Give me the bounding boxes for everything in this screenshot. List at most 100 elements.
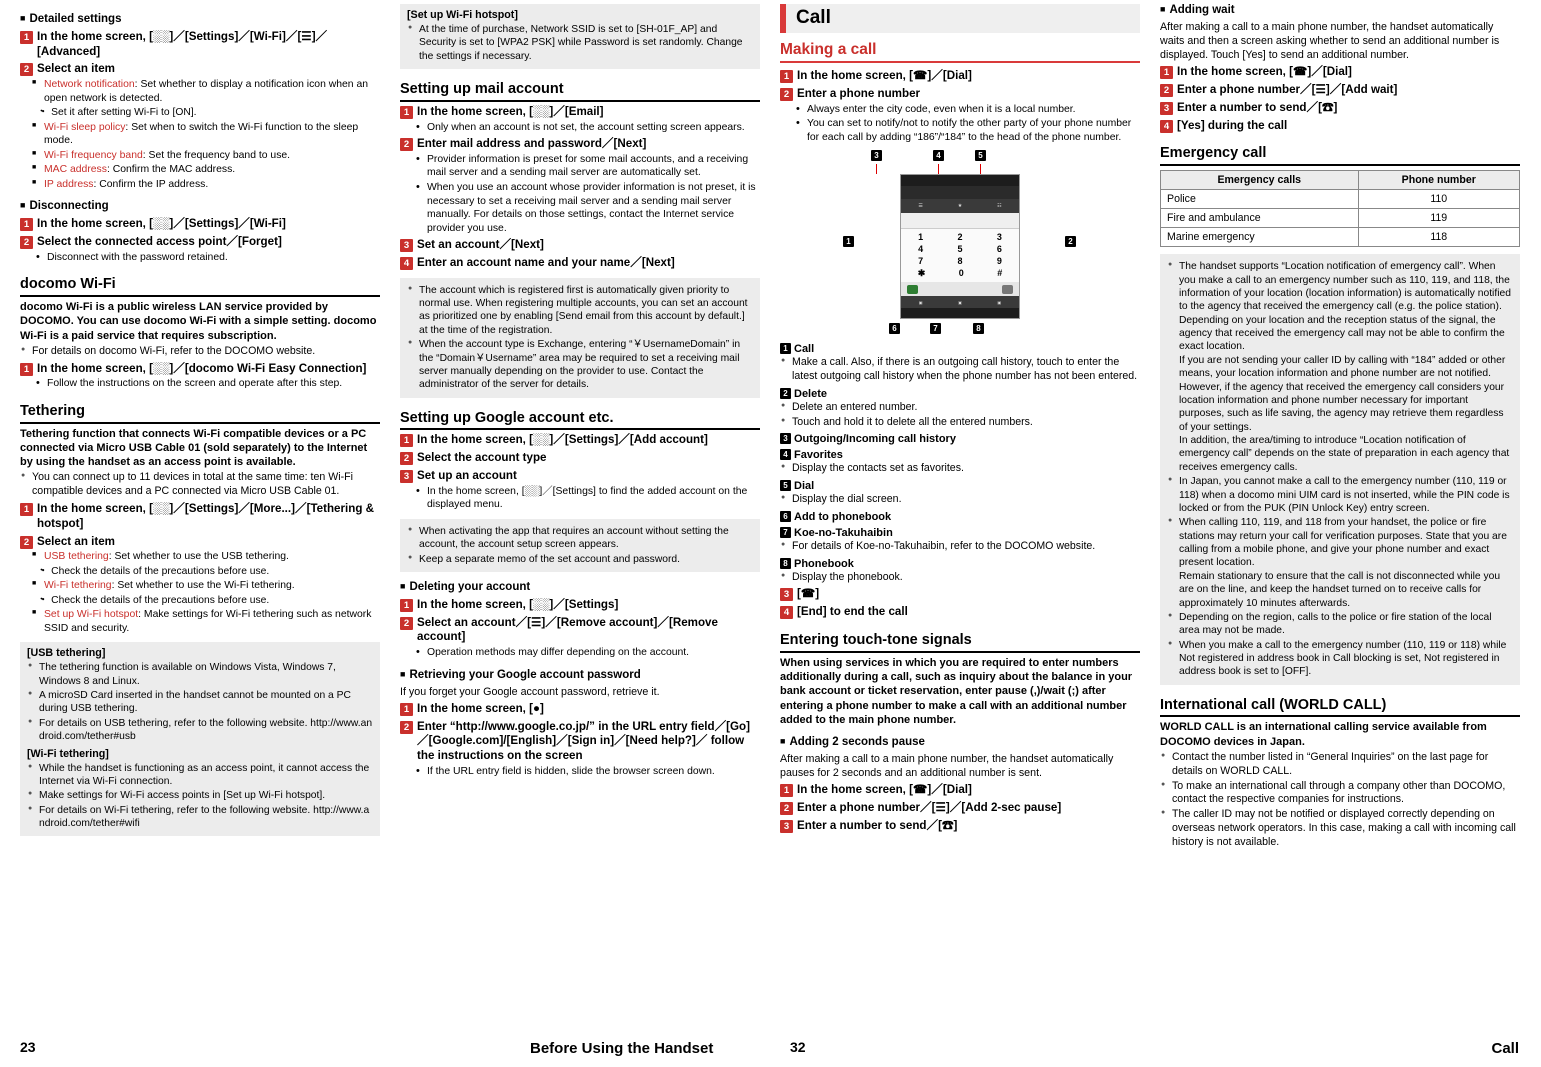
item-label: Wi-Fi sleep policy bbox=[44, 121, 126, 133]
step-number: 2 bbox=[400, 720, 413, 734]
sub-note: Only when an account is not set, the acc… bbox=[416, 120, 760, 135]
list-item: ・ Check the details of the precautions b… bbox=[37, 565, 380, 578]
table-cell: 119 bbox=[1357, 208, 1521, 229]
list-item: Provider information is preset for some … bbox=[416, 152, 760, 180]
tethering-intro: Tethering function that connects Wi-Fi c… bbox=[20, 427, 368, 469]
step-number: 4 bbox=[400, 256, 413, 270]
list-item: Depending on the region, calls to the po… bbox=[1167, 611, 1513, 638]
settings-item-list-2: Wi-Fi sleep policy: Set when to switch t… bbox=[32, 121, 380, 192]
pause-intro: After making a call to a main phone numb… bbox=[780, 752, 1114, 780]
retrieve-intro: If you forget your Google account passwo… bbox=[400, 685, 660, 698]
step-item: 4 [End] to end the call bbox=[780, 605, 1140, 620]
step-number: 2 bbox=[780, 802, 793, 816]
emergency-numbers-table: Emergency calls Phone number Police 110 … bbox=[1160, 170, 1521, 248]
table-header-row: Emergency calls Phone number bbox=[1160, 170, 1521, 191]
list-item: For details on USB tethering, refer to t… bbox=[27, 717, 373, 744]
step-number: 3 bbox=[400, 470, 413, 484]
legend-bullets: Make a call. Also, if there is an outgoi… bbox=[780, 356, 1140, 384]
list-item: Network notification: Set whether to dis… bbox=[32, 78, 380, 105]
step-number: 2 bbox=[20, 535, 33, 549]
list-item: You can connect up to 11 devices in tota… bbox=[20, 471, 380, 499]
step-number: 2 bbox=[20, 63, 33, 77]
step-item: 1 In the home screen, [░░]／[Email] bbox=[400, 105, 760, 120]
legend-bullets: Display the contacts set as favorites. bbox=[780, 462, 1140, 476]
step-text: [Yes] during the call bbox=[1177, 118, 1288, 132]
heading-retrieve-password: Retrieving your Google account password bbox=[400, 669, 760, 683]
callout-8: 8 bbox=[973, 323, 984, 335]
heading-emergency-call: Emergency call bbox=[1160, 145, 1520, 167]
list-item: For details of Koe-no-Takuhaibin, refer … bbox=[780, 540, 1140, 554]
legend-title: Koe-no-Takuhaibin bbox=[794, 526, 893, 539]
legend-entry: 7 Koe-no-Takuhaibin bbox=[780, 526, 1140, 539]
note-list-google: When activating the app that requires an… bbox=[407, 525, 753, 566]
list-item: When the account type is Exchange, enter… bbox=[407, 338, 753, 392]
footer-chapter-left: Before Using the Handset bbox=[530, 1040, 714, 1057]
step-item: 1 In the home screen, [░░]／[Settings] bbox=[400, 598, 760, 613]
page-number-left: 23 bbox=[20, 1039, 36, 1055]
step-text: In the home screen, [☎]／[Dial] bbox=[797, 783, 972, 797]
step-number: 1 bbox=[400, 105, 413, 119]
delete-button[interactable] bbox=[1002, 284, 1013, 294]
step-text: In the home screen, [☎]／[Dial] bbox=[1177, 65, 1352, 79]
item-desc: : Set the frequency band to use. bbox=[142, 149, 291, 161]
step-item: 2 Enter a phone number／[☰]／[Add 2-sec pa… bbox=[780, 801, 1140, 816]
keypad[interactable]: 123 456 789 ✱ 0 # bbox=[901, 229, 1019, 283]
dial-screen-diagram: 3 4 5 ☰ ★ ☷ 1 2 3 4 5 6 7 8 9 ✱ 0 # ▣ ▣ … bbox=[825, 150, 1095, 337]
column-4: Adding wait After making a call to a mai… bbox=[1150, 4, 1530, 1010]
tethering-item-list-3: Set up Wi-Fi hotspot: Make settings for … bbox=[32, 608, 380, 635]
legend-title: Phonebook bbox=[794, 557, 854, 570]
step-text: Enter a phone number／[☰]／[Add 2-sec paus… bbox=[797, 801, 1062, 815]
legend-bullets: Delete an entered number. Touch and hold… bbox=[780, 401, 1140, 430]
step-number: 1 bbox=[20, 30, 33, 44]
item-desc: : Confirm the IP address. bbox=[93, 178, 209, 190]
table-header-cell: Phone number bbox=[1357, 170, 1521, 191]
tab-history[interactable]: ☰ bbox=[918, 203, 922, 209]
step-text: Enter an account name and your name／[Nex… bbox=[417, 255, 675, 269]
step-text: Enter a phone number bbox=[797, 86, 921, 100]
step-text: In the home screen, [░░]／[Settings]／[Wi-… bbox=[37, 29, 328, 58]
step-item: 1 In the home screen, [░░]／[Settings]／[M… bbox=[20, 502, 380, 532]
step-text: [☎] bbox=[797, 587, 820, 601]
tethering-item-list-2: Wi-Fi tethering: Set whether to use the … bbox=[32, 579, 380, 593]
step-item: 1 In the home screen, [☎]／[Dial] bbox=[1160, 65, 1520, 80]
step-item: 2 Select an item bbox=[20, 62, 380, 77]
tab-dial[interactable]: ☷ bbox=[997, 203, 1001, 209]
heading-delete-account: Deleting your account bbox=[400, 581, 760, 595]
diagram-legend: 1Call Make a call. Also, if there is an … bbox=[780, 343, 1140, 584]
heading-mail-account: Setting up mail account bbox=[400, 81, 760, 102]
step-number: 2 bbox=[20, 235, 33, 249]
legend-entry: 1 Call bbox=[780, 343, 1140, 355]
step-text: Enter “http://www.google.co.jp/” in the … bbox=[417, 719, 750, 763]
koe-no-takuhaibin[interactable]: ▣ bbox=[958, 300, 962, 305]
heading-adding-pause: Adding 2 seconds pause bbox=[780, 736, 1140, 750]
heading-touch-tone: Entering touch-tone signals bbox=[780, 632, 1140, 653]
call-button[interactable] bbox=[907, 284, 918, 294]
step-number: 4 bbox=[1160, 119, 1173, 133]
step-text: Set an account／[Next] bbox=[417, 238, 544, 252]
world-call-notes: Contact the number listed in “General In… bbox=[1160, 751, 1520, 849]
step-item: 3 Set up an account bbox=[400, 469, 760, 484]
legend-entry: 2 Delete bbox=[780, 387, 1140, 400]
item-label: Wi-Fi frequency band bbox=[44, 149, 143, 161]
legend-title: Add to phonebook bbox=[794, 510, 892, 523]
step-number: 1 bbox=[20, 362, 33, 376]
table-cell: Police bbox=[1160, 189, 1359, 210]
step-item: 1 In the home screen, [░░]／[Settings]／[W… bbox=[20, 30, 380, 60]
list-item: IP address: Confirm the IP address. bbox=[32, 178, 380, 192]
step-item: 1 In the home screen, [░░]／[Settings]／[W… bbox=[20, 217, 380, 232]
note-box-tethering: [USB tethering] The tethering function i… bbox=[20, 642, 380, 837]
list-item: MAC address: Confirm the MAC address. bbox=[32, 163, 380, 177]
world-call-intro: WORLD CALL is an international calling s… bbox=[1160, 721, 1487, 748]
note-heading-hotspot: [Set up Wi-Fi hotspot] bbox=[407, 9, 518, 21]
heading-world-call: International call (WORLD CALL) bbox=[1160, 697, 1520, 718]
legend-number: 2 bbox=[780, 387, 791, 399]
add-to-phonebook[interactable]: ▣ bbox=[919, 300, 923, 305]
step-item: 1 In the home screen, [☎]／[Dial] bbox=[780, 783, 1140, 798]
table-cell: Marine emergency bbox=[1160, 227, 1359, 248]
tab-favorites[interactable]: ★ bbox=[958, 203, 962, 209]
phonebook[interactable]: ▣ bbox=[997, 300, 1001, 305]
callout-3: 3 bbox=[871, 150, 882, 162]
step-item: 1 In the home screen, [●] bbox=[400, 702, 760, 717]
list-item: When calling 110, 119, and 118 from your… bbox=[1167, 516, 1513, 610]
item-desc: : Set whether to use the Wi-Fi tethering… bbox=[111, 580, 295, 592]
